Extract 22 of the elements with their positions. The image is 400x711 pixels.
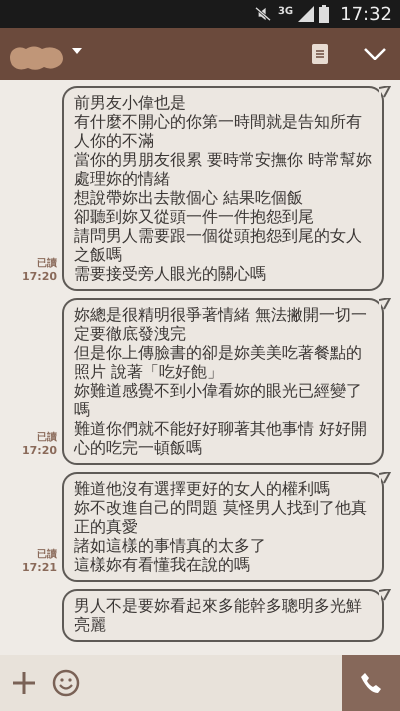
call-button[interactable] (342, 655, 400, 711)
read-receipt: 已讀 (37, 256, 57, 270)
message-text: 前男友小偉也是 有什麼不開心的你第一時間就是告知所有 人你的不滿 當你的男朋友很累 要時常安撫你 時常幫妳 處理妳的情緒 想說帶妳出去散個心 結果吃個飯 卻聽到妳又從頭一件一件抱怨到尾 請問男人需要跟一個從頭抱怨到尾的女人 之飯嗎 需要接受旁人眼光的關心嗎 (74, 93, 372, 283)
clock: 17:32 (340, 4, 392, 24)
signal-icon (298, 6, 314, 22)
read-receipt: 已讀 (37, 430, 57, 444)
message-time: 17:20 (22, 270, 57, 283)
notes-icon[interactable] (312, 44, 328, 64)
emoji-icon[interactable] (52, 669, 80, 697)
network-label: 3G (278, 6, 294, 16)
phone-icon (359, 671, 383, 695)
message-text: 男人不是要妳看起來多能幹多聰明多光鮮 亮麗 (74, 596, 363, 634)
battery-icon (319, 5, 330, 23)
mute-icon (252, 7, 273, 21)
message-text: 難道他沒有選擇更好的女人的權利嗎 妳不改進自己的問題 莫怪男人找到了他真 正的真愛 諸如這樣的事情真的太多了 這樣妳有看懂我在說的嗎 (74, 479, 368, 574)
plus-icon[interactable] (12, 671, 36, 695)
read-receipt: 已讀 (37, 548, 57, 561)
message-time: 17:20 (22, 444, 57, 457)
chevron-down-icon[interactable] (364, 48, 386, 60)
dropdown-caret-icon[interactable] (72, 48, 82, 54)
message-time: 17:21 (22, 561, 57, 574)
message-text: 妳總是很精明很爭著情緒 無法撇開一切一 定要徹底發洩完 但是你上傳臉書的卻是妳美美吃著餐點的 照片 說著「吃好飽」 妳難道感覺不到小偉看妳的眼光已經變了 嗎 難道你們就不能好好聊著其他事情 好好開 心的吃完一頓飯嗎 (74, 305, 368, 457)
